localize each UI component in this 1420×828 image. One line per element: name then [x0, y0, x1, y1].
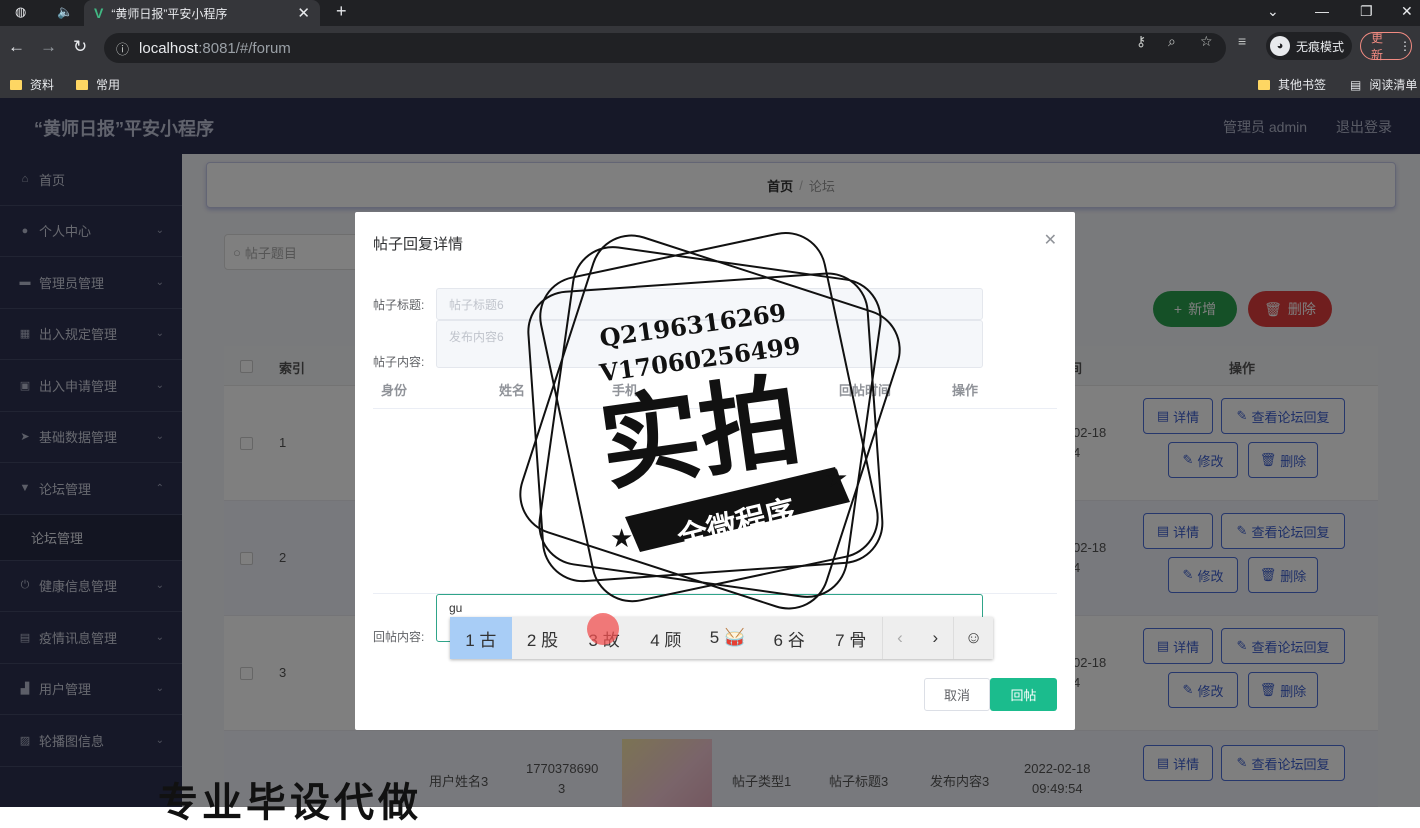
url-path: :8081/#/forum	[198, 39, 291, 57]
key-icon[interactable]: ⚷	[1136, 33, 1146, 50]
submit-reply-button[interactable]: 回帖	[990, 678, 1057, 711]
ime-candidate[interactable]: 5 🥁	[697, 617, 759, 659]
incognito-label: 无痕模式	[1296, 39, 1345, 54]
bookmarks-bar: 资料 常用 其他书签 ▤ 阅读清单	[0, 70, 1420, 98]
tab-title: “黄师日报”平安小程序	[111, 6, 228, 21]
bookmark-label: 常用	[96, 78, 121, 92]
update-label: 更新	[1371, 31, 1384, 62]
forward-icon[interactable]: →	[40, 37, 57, 57]
other-bookmarks[interactable]: 其他书签	[1258, 76, 1326, 93]
bookmark-folder[interactable]: 常用	[76, 76, 120, 93]
update-button[interactable]: 更新 ⋮	[1360, 31, 1412, 62]
star-icon: ★	[610, 523, 633, 553]
address-bar[interactable]: ⓘ localhost:8081/#/forum	[104, 33, 1226, 63]
globe-icon[interactable]: ◍	[15, 4, 26, 20]
close-icon[interactable]: ✕	[1044, 230, 1057, 250]
post-content-label: 帖子内容:	[373, 355, 425, 369]
bookmark-label: 资料	[30, 78, 55, 92]
browser-tab[interactable]: V “黄师日报”平安小程序 ✕	[84, 0, 320, 26]
ime-candidate-bar: 1 古 2 股 3 故 4 顾 5 🥁 6 谷 7 骨 ‹ › ☺	[450, 617, 993, 659]
cancel-button[interactable]: 取消	[924, 678, 990, 711]
minimize-icon[interactable]: —	[1315, 3, 1329, 19]
star-icon: ★	[825, 463, 848, 493]
folder-icon	[1258, 79, 1270, 90]
folder-icon	[76, 79, 88, 90]
tab-close-icon[interactable]: ✕	[297, 4, 310, 22]
speaker-icon[interactable]: 🔈	[57, 4, 73, 20]
new-tab-icon[interactable]: +	[336, 1, 347, 22]
url-host: localhost	[139, 39, 199, 57]
bookmark-label: 阅读清单	[1369, 78, 1418, 92]
ime-candidate[interactable]: 4 顾	[635, 617, 697, 659]
emoji-icon[interactable]: ☺	[953, 617, 993, 659]
reply-col-identity: 身份	[381, 383, 408, 398]
maximize-icon[interactable]: ❐	[1360, 3, 1373, 20]
folder-icon	[10, 79, 22, 90]
bookmark-star-icon[interactable]: ☆	[1200, 33, 1213, 50]
incognito-indicator[interactable]: ◕ 无痕模式	[1266, 32, 1352, 60]
overlay-caption: 专业毕设代做	[158, 781, 422, 825]
reading-list[interactable]: ▤ 阅读清单	[1350, 76, 1417, 93]
post-title-label: 帖子标题:	[373, 298, 425, 312]
back-icon[interactable]: ←	[8, 37, 25, 57]
browser-chrome: ◍ 🔈 V “黄师日报”平安小程序 ✕ + ⌄ — ❐ ✕ ← → ↻ ⓘ lo…	[0, 0, 1420, 98]
reply-col-ops: 操作	[952, 383, 979, 398]
tab-search-icon[interactable]: ⌄	[1267, 3, 1279, 20]
ime-candidate[interactable]: 7 骨	[820, 617, 882, 659]
ime-next-page-icon[interactable]: ›	[917, 617, 953, 659]
ime-prev-page-icon[interactable]: ‹	[881, 617, 918, 659]
reload-icon[interactable]: ↻	[73, 37, 87, 57]
site-info-icon[interactable]: ⓘ	[116, 39, 129, 58]
bookmark-label: 其他书签	[1278, 78, 1327, 92]
vue-logo-icon: V	[94, 5, 104, 21]
window-close-icon[interactable]: ✕	[1401, 3, 1413, 20]
reading-list-icon: ▤	[1350, 77, 1362, 92]
reply-content-label: 回帖内容:	[373, 630, 425, 644]
click-indicator	[587, 613, 619, 645]
bookmark-folder[interactable]: 资料	[10, 76, 54, 93]
ime-candidate[interactable]: 6 谷	[758, 617, 820, 659]
ime-candidate[interactable]: 1 古	[450, 617, 512, 659]
watermark-stamp: Q2196316269 V17060256499 实拍 全微程序 ★ ★	[519, 232, 901, 610]
media-control-icon[interactable]: ≡	[1238, 33, 1246, 49]
dialog-title: 帖子回复详情	[373, 236, 464, 253]
zoom-icon[interactable]: ⌕	[1168, 33, 1176, 50]
ime-candidate[interactable]: 2 股	[512, 617, 574, 659]
incognito-icon: ◕	[1270, 36, 1290, 56]
browser-toolbar: ← → ↻ ⓘ localhost:8081/#/forum ⚷ ⌕ ☆ ≡ ◕…	[0, 26, 1420, 70]
